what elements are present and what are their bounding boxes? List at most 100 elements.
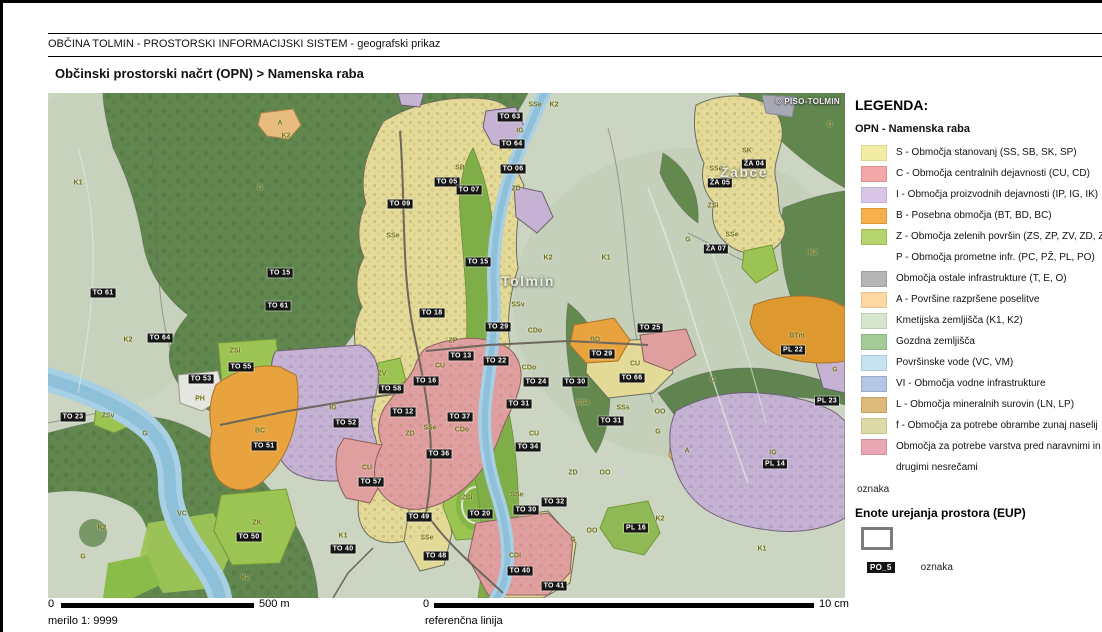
map-eup-badge: TO 50 — [237, 533, 262, 542]
legend-item-label: drugimi nesrečami — [896, 462, 978, 473]
legend-eup-sample-badge: PO_5 — [867, 562, 895, 573]
map-zone-code: SSe — [725, 232, 738, 239]
legend-swatch — [861, 271, 887, 287]
map-zone-code: K2 — [241, 575, 250, 582]
map-zone-code: OO — [600, 470, 611, 477]
map-eup-badge: TO 16 — [414, 377, 439, 386]
map-eup-badge: TO 57 — [359, 478, 384, 487]
map-eup-badge: PL 22 — [781, 346, 805, 355]
map-eup-badge: TO 64 — [148, 334, 173, 343]
map-zone-code: SSe — [709, 166, 722, 173]
map-zone-code: G — [832, 367, 837, 374]
scale-bar-end: 500 m — [259, 598, 290, 610]
map-eup-badge: TO 55 — [229, 363, 254, 372]
map-zone-code: BD — [590, 337, 600, 344]
map-zone-code: ZD — [405, 431, 414, 438]
legend-oznaka-label: oznaka — [857, 484, 1102, 495]
map-eup-badge: TO 18 — [420, 309, 445, 318]
map-eup-badge: TO 40 — [331, 545, 356, 554]
legend-eup-title: Enote urejanja prostora (EUP) — [855, 506, 1102, 520]
map-eup-badge: TO 12 — [391, 408, 416, 417]
map-eup-badge: PL 14 — [763, 460, 787, 469]
map-zone-code: SSe — [528, 102, 541, 109]
map-zone-code: VC — [177, 511, 187, 518]
map-eup-badge: TO 34 — [516, 443, 541, 452]
legend-section-title: OPN - Namenska raba — [855, 123, 1102, 135]
map-zone-code: G — [655, 429, 660, 436]
legend-item: Območja za potrebe varstva pred naravnim… — [855, 436, 1102, 457]
map-zone-code: OO — [655, 409, 666, 416]
legend-item-label: VI - Območja vodne infrastrukture — [896, 378, 1046, 389]
map-watermark: © PISO-TOLMIN — [776, 97, 840, 106]
map-zone-code: ZV — [378, 371, 387, 378]
map-zone-code: ZD — [568, 470, 577, 477]
map-eup-badge: TO 15 — [466, 258, 491, 267]
map-eup-badge: TO 37 — [448, 413, 473, 422]
map-zone-code: PH — [195, 396, 205, 403]
map-eup-badge: ŽA 05 — [708, 179, 732, 188]
map-eup-badge: TO 61 — [266, 302, 291, 311]
map-eup-badge: TO 63 — [498, 113, 523, 122]
map-canvas[interactable]: TolminŽabčeTO 61TO 64TO 15TO 61TO 09TO 1… — [48, 93, 845, 598]
map-zone-code: CDo — [528, 328, 542, 335]
map-zone-code: OO — [587, 528, 598, 535]
legend-item: f - Območja za potrebe obrambe zunaj nas… — [855, 415, 1102, 436]
legend-swatch — [861, 208, 887, 224]
map-zone-code: K1 — [758, 546, 767, 553]
map-zone-code: A — [277, 120, 282, 127]
map-zone-code: ZSi — [230, 348, 241, 355]
legend-item: Gozdna zemljišča — [855, 331, 1102, 352]
map-zone-code: SSs — [616, 405, 629, 412]
map-eup-badge: TO 41 — [542, 582, 567, 591]
map-eup-badge: TO 15 — [268, 269, 293, 278]
legend-item-label: P - Območja prometne infr. (PC, PŽ, PL, … — [896, 252, 1095, 263]
legend-item: B - Posebna območja (BT, BD, BC) — [855, 205, 1102, 226]
map-zone-code: ZSv — [102, 413, 115, 420]
reference-bar-end: 10 cm — [819, 598, 849, 610]
map-zone-code: SSe — [386, 233, 399, 240]
legend-item-label: A - Površine razpršene poselitve — [896, 294, 1039, 305]
legend-item-label: Površinske vode (VC, VM) — [896, 357, 1013, 368]
legend-swatch — [861, 145, 887, 161]
map-zone-code: G — [570, 537, 575, 544]
map-zone-code: CDi — [509, 553, 521, 560]
map-eup-badge: TO 64 — [500, 140, 525, 149]
map-zone-code: IG — [329, 405, 336, 412]
map-eup-badge: TO 58 — [379, 385, 404, 394]
legend-item: I - Območja proizvodnih dejavnosti (IP, … — [855, 184, 1102, 205]
map-zone-code: K2 — [656, 516, 665, 523]
map-eup-badge: TO 66 — [620, 374, 645, 383]
map-zone-code: CDo — [522, 365, 536, 372]
legend-item: Z - Območja zelenih površin (ZS, ZP, ZV,… — [855, 226, 1102, 247]
map-zone-code: SSv — [511, 302, 524, 309]
legend-item: P - Območja prometne infr. (PC, PŽ, PL, … — [855, 247, 1102, 268]
map-eup-badge: TO 20 — [468, 510, 493, 519]
map-zone-code: K1 — [602, 255, 611, 262]
map-eup-badge: TO 32 — [542, 498, 567, 507]
app-header-title: OBČINA TOLMIN - PROSTORSKI INFORMACIJSKI… — [48, 38, 440, 50]
map-eup-badge: PL 16 — [624, 524, 648, 533]
map-eup-badge: ŽA 04 — [742, 160, 766, 169]
map-eup-badge: TO 09 — [388, 200, 413, 209]
legend-item-label: I - Območja proizvodnih dejavnosti (IP, … — [896, 189, 1098, 200]
map-eup-badge: TO 52 — [334, 419, 359, 428]
legend-item: VI - Območja vodne infrastrukture — [855, 373, 1102, 394]
map-zone-code: ZSi — [708, 203, 719, 210]
legend-eup-oznaka-label: oznaka — [921, 562, 953, 573]
map-eup-badge: TO 30 — [563, 378, 588, 387]
map-zone-code: K2 — [124, 337, 133, 344]
legend-swatch — [861, 229, 887, 245]
map-zone-code: G — [80, 554, 85, 561]
legend-swatch — [861, 250, 887, 266]
map-zone-code: G — [142, 431, 147, 438]
map-eup-badge: TO 51 — [252, 442, 277, 451]
app-header: OBČINA TOLMIN - PROSTORSKI INFORMACIJSKI… — [48, 33, 1102, 57]
map-eup-badge: ŽA 07 — [704, 245, 728, 254]
legend-item-label: Z - Območja zelenih površin (ZS, ZP, ZV,… — [896, 231, 1102, 242]
map-zone-code: CU — [435, 363, 445, 370]
map-zone-code: K2 — [550, 102, 559, 109]
map-zone-code: IG — [769, 450, 776, 457]
map-zone-code: CU — [362, 465, 372, 472]
reference-caption: referenčna linija — [425, 615, 503, 627]
map-zone-code: IG — [516, 128, 523, 135]
